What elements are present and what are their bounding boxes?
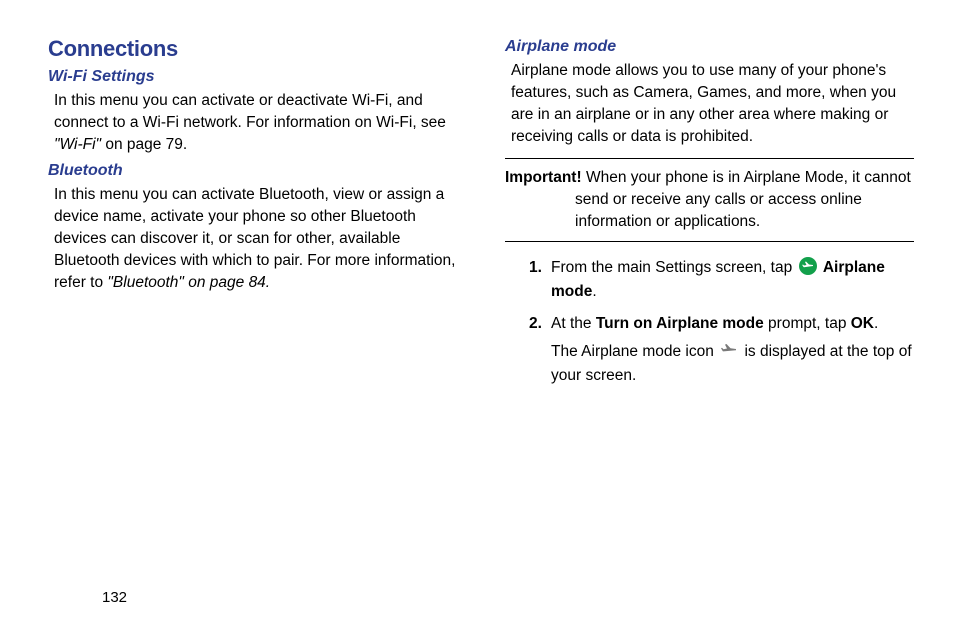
step-2-sub: The Airplane mode icon is displayed at t… bbox=[551, 340, 914, 388]
step-2-pre: At the bbox=[551, 315, 596, 332]
important-content: Important! When your phone is in Airplan… bbox=[505, 167, 914, 233]
step-1-post: . bbox=[592, 283, 596, 300]
wifi-body-post: on page 79. bbox=[101, 136, 187, 153]
section-title-connections: Connections bbox=[48, 36, 457, 62]
subsection-wifi-settings: Wi-Fi Settings bbox=[48, 68, 457, 86]
airplane-icon-gray bbox=[720, 341, 738, 359]
bluetooth-ref: "Bluetooth" on page 84. bbox=[107, 274, 270, 291]
page-content: Connections Wi-Fi Settings In this menu … bbox=[0, 0, 954, 396]
left-column: Connections Wi-Fi Settings In this menu … bbox=[48, 36, 457, 396]
step-2-post: . bbox=[874, 315, 878, 332]
airplane-mode-icon bbox=[799, 257, 817, 275]
step-2-bold2: OK bbox=[851, 315, 874, 332]
wifi-body: In this menu you can activate or deactiv… bbox=[48, 90, 457, 156]
step-1: 1. From the main Settings screen, tap Ai… bbox=[529, 256, 914, 304]
step-2-bold1: Turn on Airplane mode bbox=[596, 315, 764, 332]
step-2-sub-pre: The Airplane mode icon bbox=[551, 343, 718, 360]
step-2-number: 2. bbox=[529, 312, 542, 336]
step-1-pre: From the main Settings screen, tap bbox=[551, 259, 797, 276]
step-1-number: 1. bbox=[529, 256, 542, 280]
step-2-mid: prompt, tap bbox=[764, 315, 851, 332]
wifi-body-pre: In this menu you can activate or deactiv… bbox=[54, 92, 446, 131]
wifi-ref: "Wi-Fi" bbox=[54, 136, 101, 153]
subsection-airplane-mode: Airplane mode bbox=[505, 38, 914, 56]
important-text: When your phone is in Airplane Mode, it … bbox=[575, 169, 911, 230]
airplane-steps: 1. From the main Settings screen, tap Ai… bbox=[505, 256, 914, 388]
page-number: 132 bbox=[102, 589, 127, 606]
bluetooth-body: In this menu you can activate Bluetooth,… bbox=[48, 184, 457, 294]
important-label: Important! bbox=[505, 169, 582, 186]
subsection-bluetooth: Bluetooth bbox=[48, 162, 457, 180]
step-2: 2. At the Turn on Airplane mode prompt, … bbox=[529, 312, 914, 388]
airplane-body: Airplane mode allows you to use many of … bbox=[505, 60, 914, 148]
important-callout: Important! When your phone is in Airplan… bbox=[505, 158, 914, 242]
right-column: Airplane mode Airplane mode allows you t… bbox=[505, 36, 914, 396]
